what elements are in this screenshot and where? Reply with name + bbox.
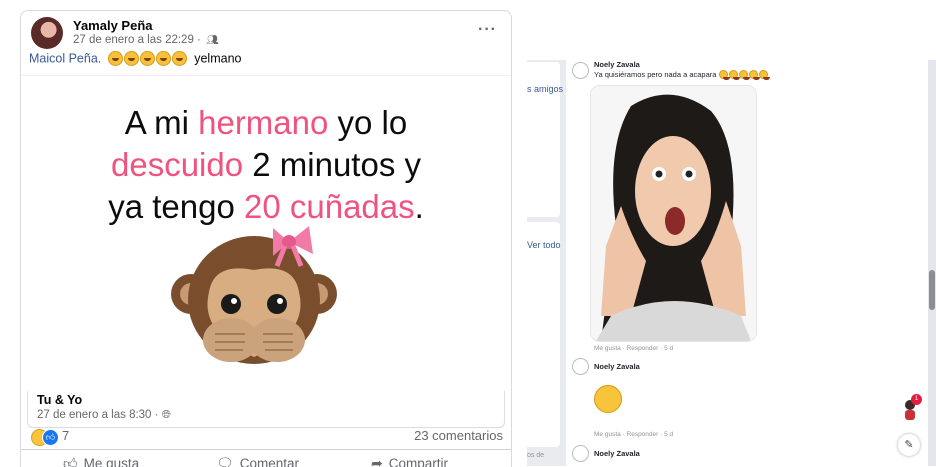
post-header: Yamaly Peña 27 de enero a las 22:29 · 👥︎… bbox=[31, 17, 501, 51]
laughing-emoji-icon bbox=[171, 51, 187, 66]
like-icon: 👍︎ bbox=[63, 455, 78, 467]
friends-link[interactable]: s amigos bbox=[527, 84, 563, 94]
like-label: Me gusta bbox=[83, 456, 140, 467]
laughing-emoji-icon bbox=[155, 51, 171, 66]
laughing-emoji-row bbox=[107, 51, 188, 67]
commenter-avatar[interactable] bbox=[572, 445, 589, 462]
post-date-text[interactable]: 27 de enero a las 22:29 · bbox=[73, 34, 201, 46]
meme-text-part: ya tengo bbox=[108, 188, 244, 225]
shared-date: 27 de enero a las 8:30 · 🌐︎ bbox=[37, 409, 171, 422]
meme-text-part: 2 minutos y bbox=[243, 146, 422, 183]
comment-meta[interactable]: Me gusta · Responder · 5 d bbox=[594, 431, 673, 438]
commenter-name[interactable]: Noely Zavala bbox=[594, 60, 640, 69]
laughing-emoji-icon bbox=[594, 385, 622, 413]
shared-date-text[interactable]: 27 de enero a las 8:30 · bbox=[37, 409, 158, 421]
post-card: Yamaly Peña 27 de enero a las 22:29 · 👥︎… bbox=[20, 10, 512, 467]
reaction-count[interactable]: 7 bbox=[62, 428, 69, 443]
comment-icon: 🗨︎ bbox=[216, 455, 234, 467]
comment-meta[interactable]: Me gusta · Responder · 5 d bbox=[594, 345, 673, 352]
people-icon: 👥︎ bbox=[206, 35, 219, 46]
meme-text-pink: 20 cuñadas bbox=[243, 188, 415, 225]
sidebar-card bbox=[514, 222, 560, 447]
laughing-emoji-icon bbox=[107, 51, 123, 66]
like-reaction-icon: 👍︎ bbox=[42, 429, 59, 446]
commenter-name[interactable]: Noely Zavala bbox=[594, 362, 640, 371]
surprised-woman-photo bbox=[591, 86, 756, 341]
laughing-emoji-icon bbox=[123, 51, 139, 66]
strip-footer: os de bbox=[527, 452, 545, 459]
compose-icon[interactable]: ✎ bbox=[898, 434, 920, 456]
post-caption: Maicol Peña. yelmano bbox=[29, 51, 241, 67]
commenter-avatar[interactable] bbox=[572, 62, 589, 79]
post-date[interactable]: 27 de enero a las 22:29 · 👥︎ bbox=[73, 34, 219, 46]
shared-page-name[interactable]: Tu & Yo bbox=[37, 393, 82, 407]
share-icon: ➦ bbox=[371, 455, 383, 467]
action-bar: 👍︎ Me gusta 🗨︎ Comentar ➦ Compartir bbox=[21, 449, 511, 467]
meme-text-part: . bbox=[414, 188, 424, 225]
laughing-emoji-icon bbox=[728, 70, 740, 80]
comment-button[interactable]: 🗨︎ Comentar bbox=[216, 455, 299, 467]
caption-text: yelmano bbox=[194, 51, 242, 66]
caption-tag[interactable]: Maicol Peña. bbox=[29, 51, 101, 65]
meme-image[interactable]: A mi hermano yo lo descuido 2 minutos y … bbox=[21, 75, 511, 394]
meme-text-pink: hermano bbox=[198, 104, 329, 141]
globe-icon: 🌐︎ bbox=[161, 409, 171, 421]
see-all-link[interactable]: Ver todo bbox=[527, 240, 561, 250]
comment-text-body: Ya quisiéramos pero nada a acapara bbox=[594, 70, 717, 79]
more-icon[interactable]: ··· bbox=[478, 21, 497, 39]
comment-photo[interactable] bbox=[590, 85, 757, 342]
meme-text: A mi hermano yo lo descuido 2 minutos y … bbox=[21, 102, 511, 228]
scrollbar-thumb[interactable] bbox=[929, 270, 935, 310]
laughing-emoji-icon bbox=[758, 70, 770, 80]
comment-text: Ya quisiéramos pero nada a acapara bbox=[594, 70, 770, 80]
comment-label: Comentar bbox=[239, 456, 300, 467]
laughing-emoji-row bbox=[718, 70, 770, 80]
meme-text-pink: descuido bbox=[110, 146, 244, 183]
chat-notification-badge: 1 bbox=[911, 394, 922, 405]
laughing-emoji-icon bbox=[139, 51, 155, 66]
share-label: Compartir bbox=[388, 456, 448, 467]
laughing-emoji-icon bbox=[748, 70, 760, 80]
speak-no-evil-monkey-icon bbox=[171, 226, 337, 364]
commenter-avatar[interactable] bbox=[572, 358, 589, 375]
meme-text-part: yo lo bbox=[328, 104, 408, 141]
like-button[interactable]: 👍︎ Me gusta bbox=[63, 455, 139, 467]
author-name[interactable]: Yamaly Peña bbox=[73, 18, 153, 33]
comments-count[interactable]: 23 comentarios bbox=[414, 428, 503, 443]
author-avatar[interactable] bbox=[31, 17, 63, 49]
meme-text-part: A mi bbox=[124, 104, 199, 141]
share-button[interactable]: ➦ Compartir bbox=[371, 455, 448, 467]
commenter-name[interactable]: Noely Zavala bbox=[594, 449, 640, 458]
comments-panel: Noely Zavala Ya quisiéramos pero nada a … bbox=[566, 60, 773, 466]
laughing-emoji-icon bbox=[718, 70, 730, 80]
shared-source[interactable]: Tu & Yo 27 de enero a las 8:30 · 🌐︎ bbox=[27, 391, 505, 428]
scrollbar[interactable] bbox=[928, 60, 936, 466]
laughing-emoji-icon bbox=[738, 70, 750, 80]
